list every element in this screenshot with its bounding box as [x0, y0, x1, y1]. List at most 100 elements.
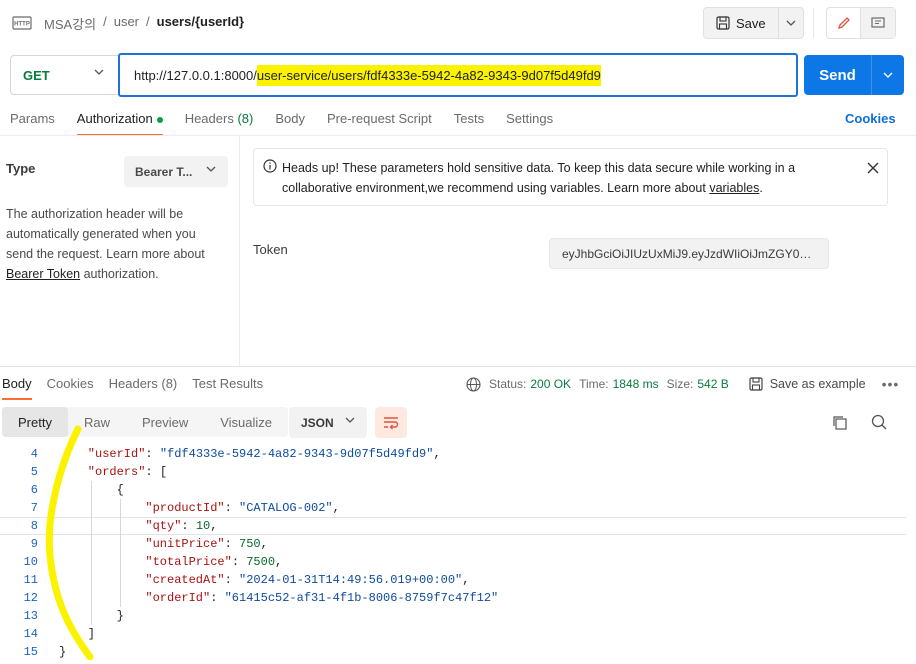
format-bar: Pretty Raw Preview Visualize [2, 407, 289, 437]
line-number: 9 [30, 537, 38, 551]
method-value: GET [23, 67, 50, 83]
code-line: 13} [0, 607, 906, 625]
format-toggle: Pretty Raw Preview Visualize [2, 407, 289, 437]
code-text: "productId": "CATALOG-002", [145, 501, 340, 515]
language-select[interactable]: JSON [289, 407, 367, 438]
format-preview[interactable]: Preview [126, 407, 204, 437]
tab-settings[interactable]: Settings [506, 104, 553, 136]
tab-pre-request-script[interactable]: Pre-request Script [327, 104, 432, 136]
tab-response-headers[interactable]: Headers (8) [109, 370, 178, 400]
status-value: 200 OK [530, 377, 572, 391]
edit-button[interactable] [827, 8, 861, 38]
format-pretty[interactable]: Pretty [2, 407, 68, 437]
send-button-group: Send [804, 55, 904, 95]
code-line: 5 "orders": [ [0, 463, 906, 481]
method-select[interactable]: GET [10, 55, 118, 95]
code-text: "totalPrice": 7500, [145, 555, 283, 569]
code-text: ] [87, 627, 95, 641]
tab-test-results[interactable]: Test Results [192, 370, 263, 400]
time: Time: 1848 ms [579, 377, 659, 391]
breadcrumb-separator: / [103, 14, 107, 29]
save-as-example-button[interactable]: Save as example [749, 377, 866, 391]
line-number: 13 [23, 609, 38, 623]
sensitive-data-notice: Heads up! These parameters hold sensitiv… [253, 148, 888, 206]
tab-tests[interactable]: Tests [454, 104, 484, 136]
save-icon [716, 16, 730, 30]
line-number: 15 [23, 645, 38, 659]
save-button[interactable]: Save [704, 8, 779, 38]
indent-guide [119, 499, 121, 607]
breadcrumb-request[interactable]: users/{userId} [157, 14, 244, 33]
url-path-highlighted: user-service/users/fdf4333e-5942-4a82-93… [256, 64, 601, 86]
token-input[interactable]: eyJhbGciOiJIUzUxMiJ9.eyJzdWIiOiJmZGY0… [549, 238, 829, 269]
http-request-icon: HTTP [12, 16, 32, 30]
response-body-editor[interactable]: 4 "userId": "fdf4333e-5942-4a82-9343-9d07… [0, 445, 916, 664]
chevron-down-icon [786, 20, 796, 26]
line-number: 6 [30, 483, 38, 497]
chevron-down-icon [883, 72, 893, 78]
save-label: Save [736, 15, 766, 31]
tab-response-cookies[interactable]: Cookies [47, 370, 94, 400]
code-line: 11 "createdAt": "2024-01-31T14:49:56.019+… [0, 571, 906, 589]
code-line: 8 "qty": 10, [0, 517, 906, 535]
auth-type-panel: Type Bearer T... The authorization heade… [0, 136, 240, 366]
code-text: "qty": 10, [145, 519, 218, 533]
auth-description: The authorization header will be automat… [6, 207, 205, 281]
response-tabs: Body Cookies Headers (8) Test Results [2, 370, 278, 400]
breadcrumb-collection[interactable]: MSA강의 [44, 14, 96, 33]
info-icon [263, 159, 277, 173]
code-text: "createdAt": "2024-01-31T14:49:56.019+00… [145, 573, 470, 587]
save-options-button[interactable] [779, 8, 803, 38]
request-tabs: Params Authorization Headers (8) Body Pr… [10, 104, 575, 136]
url-input[interactable]: http://127.0.0.1:8000/user-service/users… [118, 53, 798, 97]
pencil-icon [837, 17, 850, 30]
headers-count: (8) [237, 111, 254, 126]
wrap-lines-button[interactable] [375, 407, 407, 438]
copy-icon[interactable] [832, 415, 848, 431]
active-dot-icon [156, 116, 163, 123]
tab-params[interactable]: Params [10, 104, 55, 136]
close-icon[interactable] [867, 162, 879, 174]
format-visualize[interactable]: Visualize [204, 407, 288, 437]
send-options-button[interactable] [872, 55, 904, 95]
tab-headers[interactable]: Headers (8) [185, 104, 254, 136]
breadcrumb-folder[interactable]: user [114, 14, 139, 33]
code-line: 4 "userId": "fdf4333e-5942-4a82-9343-9d07… [0, 445, 906, 463]
comment-icon [871, 16, 885, 28]
code-line: 6{ [0, 481, 906, 499]
url-prefix: http://127.0.0.1:8000/ [134, 67, 257, 83]
chevron-down-icon [94, 69, 104, 75]
variables-link[interactable]: variables [709, 181, 759, 195]
line-number: 8 [30, 519, 38, 533]
line-number: 11 [23, 573, 38, 587]
auth-type-select[interactable]: Bearer T... [124, 156, 228, 187]
breadcrumb-separator: / [146, 14, 150, 29]
chevron-down-icon [206, 166, 216, 172]
save-icon [749, 377, 763, 391]
code-line: 15} [0, 643, 906, 661]
time-value: 1848 ms [612, 377, 659, 391]
globe-icon[interactable] [466, 376, 481, 392]
notice-text: Heads up! These parameters hold sensitiv… [282, 161, 796, 195]
more-options-icon[interactable]: ••• [882, 376, 900, 392]
format-raw[interactable]: Raw [68, 407, 126, 437]
chevron-down-icon [345, 417, 355, 423]
tab-response-body[interactable]: Body [2, 370, 32, 400]
code-line: 7 "productId": "CATALOG-002", [0, 499, 906, 517]
send-button[interactable]: Send [804, 55, 872, 95]
search-icon[interactable] [871, 414, 887, 430]
save-group: Save [703, 7, 804, 39]
bearer-token-link[interactable]: Bearer Token [6, 267, 80, 281]
cookies-link[interactable]: Cookies [845, 111, 896, 126]
status: Status: 200 OK [489, 377, 572, 391]
view-mode-group [826, 7, 896, 39]
code-line: 9 "unitPrice": 750, [0, 535, 906, 553]
auth-type-label: Type [6, 161, 36, 176]
tab-body[interactable]: Body [275, 104, 305, 136]
code-text: "unitPrice": 750, [145, 537, 268, 551]
comments-button[interactable] [861, 8, 895, 38]
code-text: "userId": "fdf4333e-5942-4a82-9343-9d07f… [87, 447, 441, 461]
divider [813, 8, 814, 38]
code-text: } [59, 645, 67, 659]
tab-authorization[interactable]: Authorization [76, 104, 163, 136]
